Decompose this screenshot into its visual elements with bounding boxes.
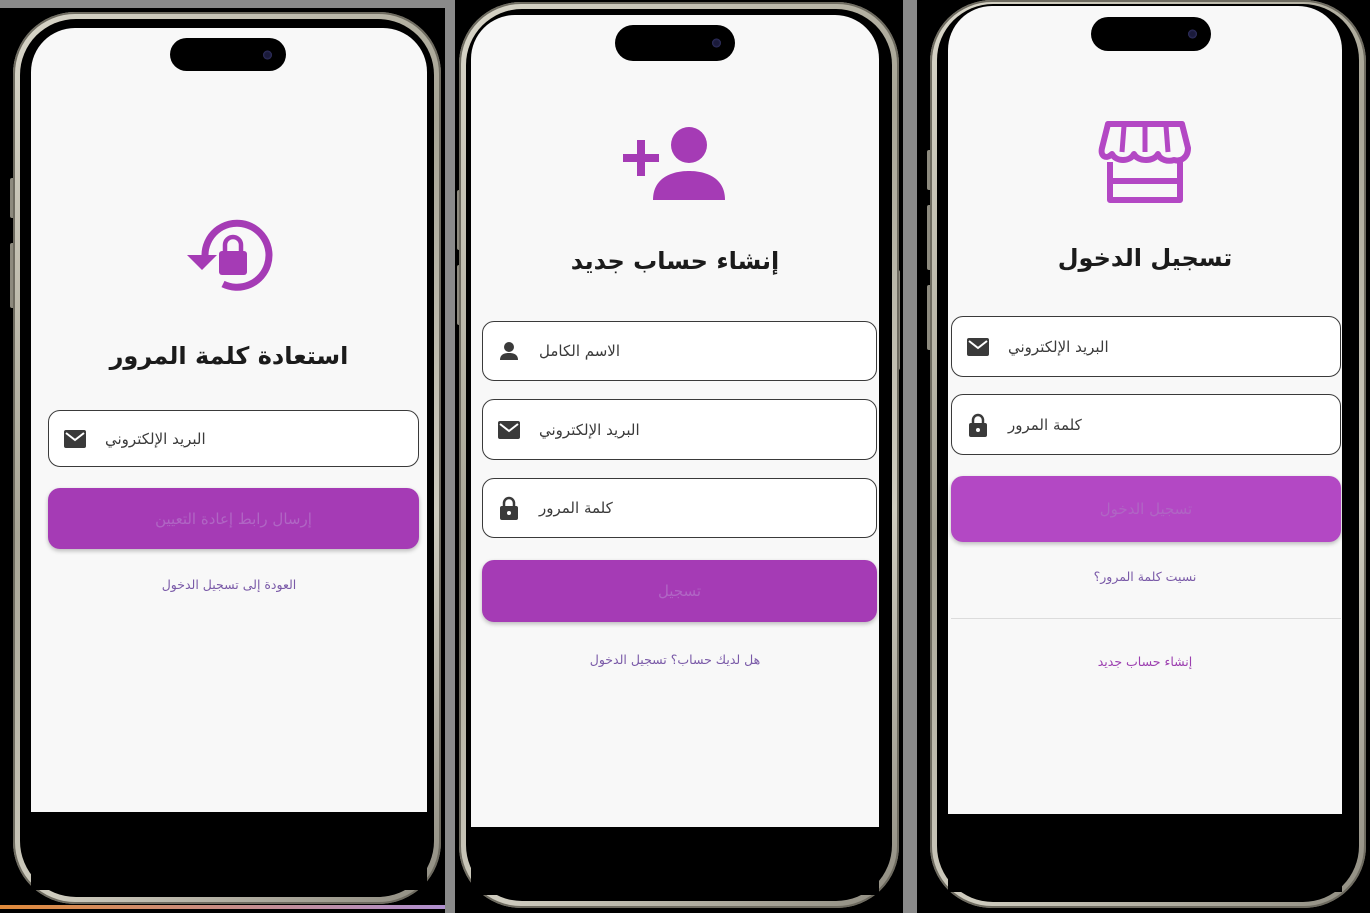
phone-reset-password: استعادة كلمة المرور البريد الإلكتروني إر… bbox=[0, 8, 445, 913]
mail-icon bbox=[966, 335, 990, 359]
email-placeholder: البريد الإلكتروني bbox=[105, 429, 206, 448]
screen: استعادة كلمة المرور البريد الإلكتروني إر… bbox=[31, 28, 427, 890]
bottom-area bbox=[948, 814, 1342, 892]
person-icon bbox=[497, 339, 521, 363]
camera-icon bbox=[1188, 29, 1197, 39]
dynamic-island bbox=[615, 25, 735, 61]
email-field[interactable]: البريد الإلكتروني bbox=[48, 410, 419, 467]
person-add-icon-wrap bbox=[471, 125, 879, 203]
phone-register: إنشاء حساب جديد الاسم الكامل البريد الإل… bbox=[455, 0, 903, 913]
send-reset-button[interactable]: إرسال رابط إعادة التعيين bbox=[48, 488, 419, 549]
password-placeholder: كلمة المرور bbox=[539, 499, 613, 517]
screen: إنشاء حساب جديد الاسم الكامل البريد الإل… bbox=[471, 15, 879, 895]
email-field[interactable]: البريد الإلكتروني bbox=[951, 316, 1341, 377]
login-label: تسجيل الدخول bbox=[1099, 500, 1193, 518]
lock-reset-icon-wrap bbox=[31, 215, 427, 295]
register-label: تسجيل bbox=[657, 582, 702, 600]
divider bbox=[951, 618, 1341, 619]
bottom-area bbox=[31, 812, 427, 890]
screen: تسجيل الدخول البريد الإلكتروني كلمة المر… bbox=[948, 6, 1342, 892]
password-field[interactable]: كلمة المرور bbox=[951, 394, 1341, 455]
email-field[interactable]: البريد الإلكتروني bbox=[482, 399, 877, 460]
full-name-placeholder: الاسم الكامل bbox=[539, 342, 621, 360]
lock-icon bbox=[497, 496, 521, 520]
page-title: استعادة كلمة المرور bbox=[109, 342, 349, 370]
login-link[interactable]: هل لديك حساب؟ تسجيل الدخول bbox=[471, 652, 879, 667]
bottom-strip bbox=[0, 905, 445, 909]
person-add-icon bbox=[623, 127, 725, 200]
storefront-icon bbox=[1098, 121, 1191, 203]
lock-reset-icon bbox=[187, 219, 273, 291]
camera-icon bbox=[712, 38, 721, 48]
dynamic-island bbox=[1091, 17, 1211, 51]
password-placeholder: كلمة المرور bbox=[1008, 415, 1082, 434]
register-link[interactable]: إنشاء حساب جديد bbox=[948, 654, 1342, 669]
page-title: تسجيل الدخول bbox=[1057, 244, 1233, 272]
forgot-password-link[interactable]: نسيت كلمة المرور؟ bbox=[948, 569, 1342, 584]
lock-icon bbox=[966, 413, 990, 437]
dynamic-island bbox=[170, 38, 286, 71]
page-title: إنشاء حساب جديد bbox=[570, 247, 780, 275]
camera-icon bbox=[263, 50, 272, 59]
storefront-icon-wrap bbox=[948, 118, 1342, 204]
password-field[interactable]: كلمة المرور bbox=[482, 478, 877, 538]
send-reset-label: إرسال رابط إعادة التعيين bbox=[155, 509, 312, 528]
bottom-area bbox=[471, 827, 879, 895]
full-name-field[interactable]: الاسم الكامل bbox=[482, 321, 877, 381]
email-placeholder: البريد الإلكتروني bbox=[1008, 337, 1109, 356]
mail-icon bbox=[497, 418, 521, 442]
login-button[interactable]: تسجيل الدخول bbox=[951, 476, 1341, 542]
phone-login: تسجيل الدخول البريد الإلكتروني كلمة المر… bbox=[917, 0, 1370, 913]
register-button[interactable]: تسجيل bbox=[482, 560, 877, 622]
mail-icon bbox=[63, 427, 87, 451]
email-placeholder: البريد الإلكتروني bbox=[539, 420, 640, 439]
back-to-login-link[interactable]: العودة إلى تسجيل الدخول bbox=[31, 577, 427, 592]
